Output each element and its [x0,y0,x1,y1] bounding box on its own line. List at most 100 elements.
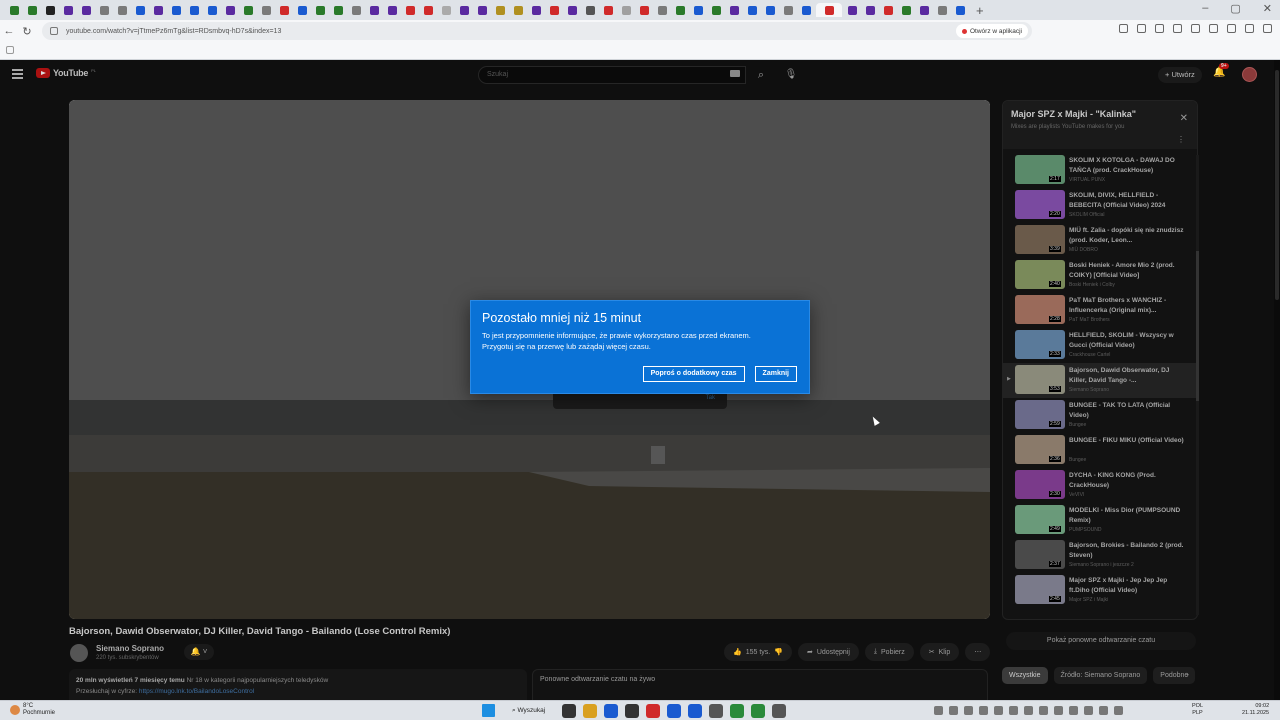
browser-tab[interactable] [618,3,634,17]
taskbar-app-icon[interactable] [667,704,681,718]
request-more-time-button[interactable]: Poproś o dodatkowy czas [642,366,745,382]
taskbar-app-icon[interactable] [688,704,702,718]
mic-icon[interactable]: 🎙 [782,66,800,84]
browser-tab[interactable] [6,3,22,17]
tray-icon[interactable] [949,706,958,715]
browser-tab[interactable] [42,3,58,17]
tray-icon[interactable] [1039,706,1048,715]
reload-icon[interactable]: ↻ [18,25,36,38]
browser-tab[interactable] [510,3,526,17]
browser-tab[interactable] [78,3,94,17]
weather-widget[interactable]: 8°C Pochmurnie [10,703,55,717]
playlist-item[interactable]: 2:33 HELLFIELD, SKOLIM - Wszyscy w Gucci … [1003,328,1197,363]
menu-hamburger-icon[interactable] [12,69,23,81]
browser-tab[interactable] [862,3,878,17]
browser-tab[interactable] [582,3,598,17]
browser-tab[interactable] [186,3,202,17]
browser-tab[interactable] [96,3,112,17]
browser-tab[interactable] [222,3,238,17]
browser-tab[interactable] [952,3,968,17]
browser-tab[interactable] [60,3,76,17]
extension-icon[interactable] [1119,24,1128,33]
download-button[interactable]: ⤓ Pobierz [864,643,914,661]
filter-chip[interactable]: Podobne [1153,667,1196,684]
browser-tab[interactable] [916,3,932,17]
close-playlist-icon[interactable]: ✕ [1180,113,1188,124]
tray-icon[interactable] [979,706,988,715]
playlist-item[interactable]: 2:28 PaT MaT Brothers x WANCHIZ - Influen… [1003,293,1197,328]
tray-icon[interactable] [934,706,943,715]
taskbar-app-icon[interactable] [583,704,597,718]
playlist-item[interactable]: 2:36 BUNGEE - FIKU MIKU (Official Video) B… [1003,433,1197,468]
browser-tab[interactable] [132,3,148,17]
playlist-title[interactable]: Major SPZ x Majki - "Kalinka" [1011,109,1189,119]
browser-tab[interactable] [150,3,166,17]
browser-tab[interactable] [654,3,670,17]
back-icon[interactable]: ← [0,25,18,37]
language-indicator[interactable]: POL PLP [1192,703,1203,717]
browser-tab[interactable] [880,3,896,17]
browser-tab[interactable] [348,3,364,17]
open-in-app-button[interactable]: Otwórz w aplikacji [955,24,1028,38]
browser-tab[interactable] [780,3,796,17]
extension-icon[interactable] [1191,24,1200,33]
playlist-item[interactable]: 2:37 Bajorson, Brokies - Bailando 2 (prod… [1003,538,1197,573]
tray-icon[interactable] [1069,706,1078,715]
taskbar-app-icon[interactable] [730,704,744,718]
volume-icon[interactable] [1099,706,1108,715]
browser-tab[interactable] [258,3,274,17]
playlist-item[interactable]: 2:30 DYCHA - KING KONG (Prod. CrackHouse)… [1003,468,1197,503]
taskbar-app-icon[interactable] [751,704,765,718]
browser-tab[interactable] [564,3,580,17]
playlist-item[interactable]: 2:45 Major SPZ x Majki - Jep Jep Jep ft.D… [1003,573,1197,608]
browser-tab[interactable] [708,3,724,17]
browser-tab[interactable] [384,3,400,17]
minimize-icon[interactable]: – [1202,2,1208,15]
search-input[interactable]: Szukaj [478,66,746,84]
youtube-logo[interactable]: YouTube PL [36,68,96,78]
browser-tab[interactable] [844,3,860,17]
browser-tab[interactable] [492,3,508,17]
playlist-scrollbar[interactable] [1196,155,1199,615]
browser-tab[interactable] [816,3,842,17]
url-bar[interactable]: youtube.com/watch?v=jTtmePz6mTg&list=RDs… [42,22,1032,40]
browser-tab[interactable] [294,3,310,17]
apps-icon[interactable] [6,46,14,54]
browser-tab[interactable] [690,3,706,17]
playlist-more-icon[interactable]: ⋮ [1177,135,1185,144]
browser-tab[interactable] [240,3,256,17]
close-window-icon[interactable]: ✕ [1263,2,1272,15]
browser-tab[interactable] [330,3,346,17]
extension-icon[interactable] [1173,24,1182,33]
playlist-item[interactable]: 2:20 SKOLIM, DIVIX, HELLFIELD - BEBECITA … [1003,188,1197,223]
browser-tab[interactable] [402,3,418,17]
new-tab-button[interactable]: + [976,3,984,18]
tray-icon[interactable] [964,706,973,715]
browser-tab[interactable] [168,3,184,17]
account-avatar[interactable] [1242,67,1257,82]
listen-link[interactable]: https://mugo.lnk.to/BailandoLoseControl [139,688,254,695]
windows-start-icon[interactable] [482,704,495,717]
close-dialog-button[interactable]: Zamknij [754,366,797,382]
browser-tab[interactable] [636,3,652,17]
taskbar-app-icon[interactable] [562,704,576,718]
browser-tab[interactable] [546,3,562,17]
extension-icon[interactable] [1209,24,1218,33]
extension-icon[interactable] [1155,24,1164,33]
notifications-icon[interactable]: 🔔 9+ [1213,63,1229,78]
browser-tab[interactable] [456,3,472,17]
browser-tab[interactable] [204,3,220,17]
create-button[interactable]: + Utwórz [1158,67,1202,83]
browser-tab[interactable] [898,3,914,17]
subscription-bell-button[interactable]: 🔔 ˅ [184,644,214,660]
playlist-item[interactable]: 2:49 MODELKI - Miss Dior (PUMPSOUND Remix… [1003,503,1197,538]
taskbar-app-icon[interactable] [772,704,786,718]
channel-avatar[interactable] [70,644,88,662]
playlist-item[interactable]: 2:59 BUNGEE - TAK TO LATA (Official Video… [1003,398,1197,433]
like-button[interactable]: 👍 155 tys. 👎 [724,643,792,661]
filter-chip[interactable]: Wszystkie [1002,667,1048,684]
taskbar-search[interactable]: ⌕ Wyszukaj [507,704,550,718]
browser-tab[interactable] [744,3,760,17]
taskbar-app-icon[interactable] [646,704,660,718]
thumb-down-icon[interactable]: 👎 [774,648,783,656]
